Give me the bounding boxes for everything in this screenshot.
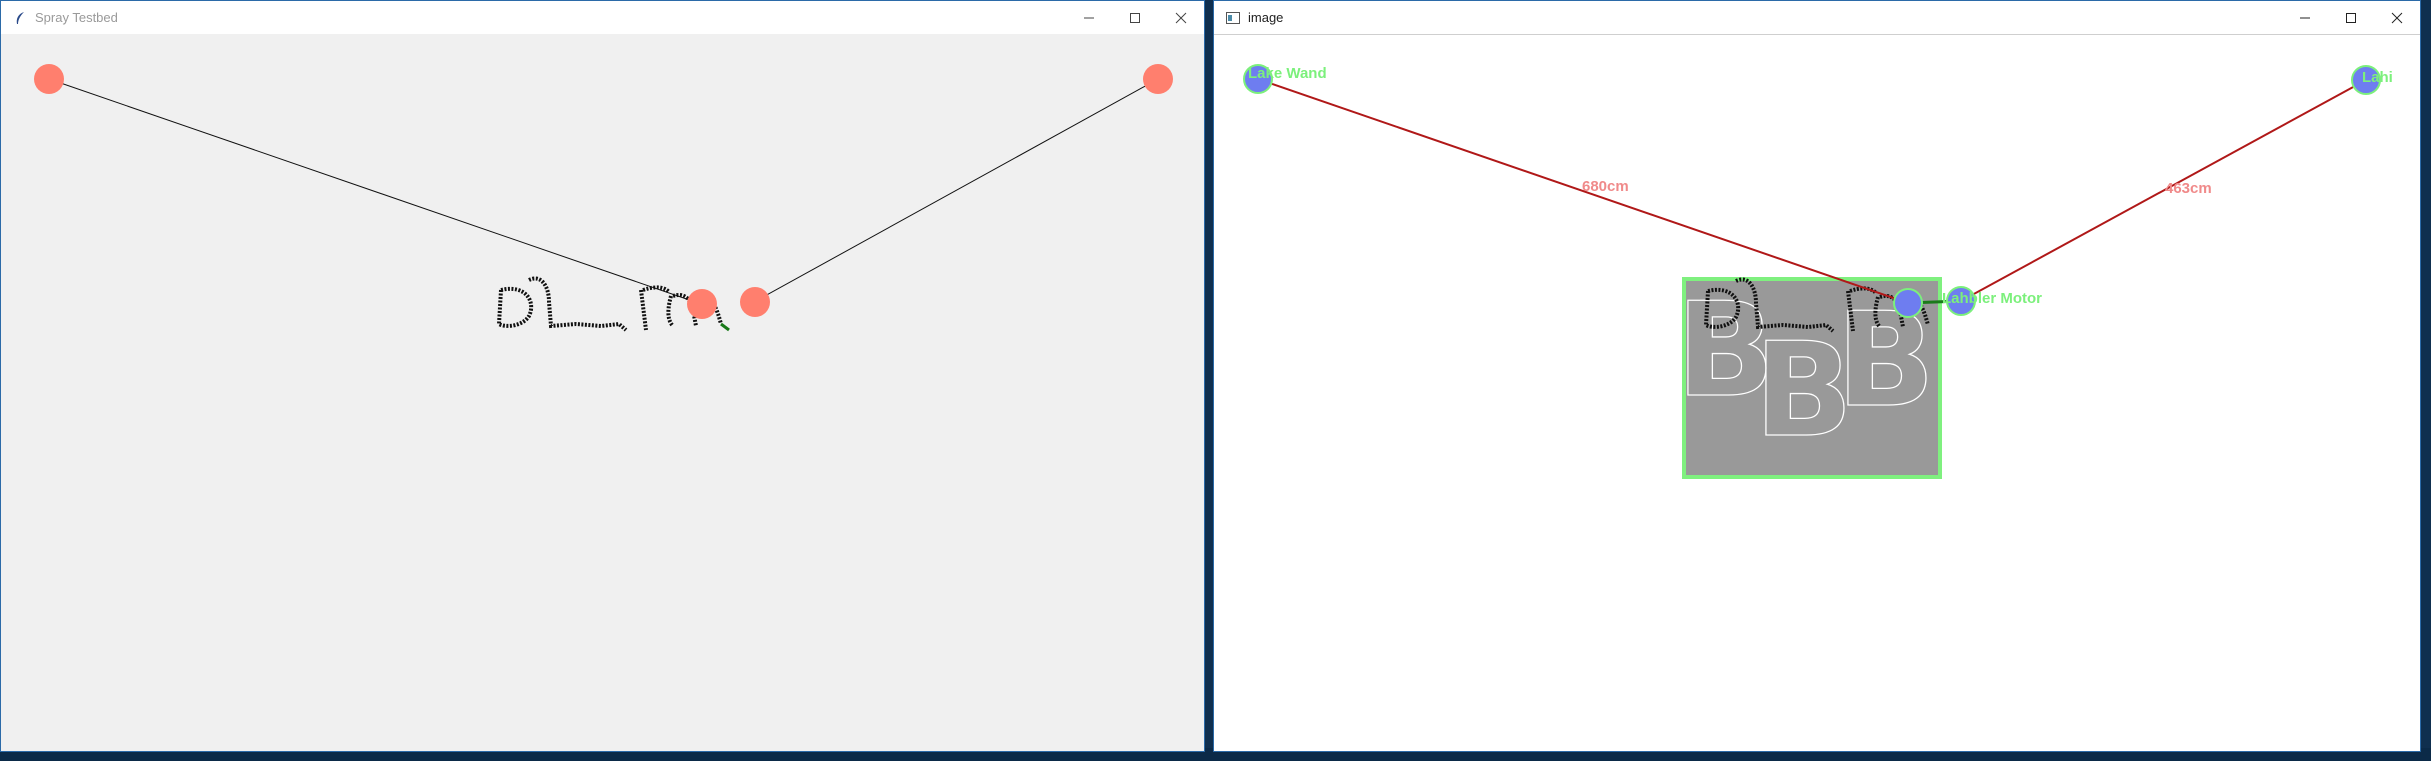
image-window[interactable]: image B B B Lake Wand Lahi Lahbler Motor…: [1213, 0, 2421, 752]
cable-line-right: [753, 78, 1159, 303]
window-title: image: [1248, 10, 1284, 25]
node-carriage-left[interactable]: [1893, 288, 1923, 318]
label-node-right: Lahi: [2362, 69, 2393, 86]
anchor-node-left[interactable]: [34, 64, 64, 94]
spray-testbed-window[interactable]: Spray Testbed: [0, 0, 1205, 752]
minimize-button[interactable]: [1066, 1, 1112, 34]
close-button[interactable]: [2374, 1, 2420, 34]
title-bar[interactable]: image: [1214, 1, 2420, 34]
minimize-button[interactable]: [2282, 1, 2328, 34]
label-distance-right: 463cm: [2165, 180, 2212, 197]
carriage-node-right[interactable]: [740, 287, 770, 317]
image-canvas[interactable]: B B B Lake Wand Lahi Lahbler Motor 680cm…: [1214, 34, 2420, 751]
spray-canvas[interactable]: [1, 34, 1204, 751]
carriage-node-left[interactable]: [687, 289, 717, 319]
window-title: Spray Testbed: [35, 10, 118, 25]
label-node-left: Lake Wand: [1248, 65, 1327, 82]
title-bar[interactable]: Spray Testbed: [1, 1, 1204, 34]
label-motor: Lahbler Motor: [1942, 290, 2042, 307]
maximize-button[interactable]: [2328, 1, 2374, 34]
anchor-node-right[interactable]: [1143, 64, 1173, 94]
cable-line-left: [48, 78, 702, 305]
measure-line-right: [1960, 79, 2367, 302]
maximize-button[interactable]: [1112, 1, 1158, 34]
label-distance-left: 680cm: [1582, 178, 1629, 195]
window-app-icon: [1226, 11, 1240, 25]
close-button[interactable]: [1158, 1, 1204, 34]
feather-icon: [13, 11, 27, 25]
